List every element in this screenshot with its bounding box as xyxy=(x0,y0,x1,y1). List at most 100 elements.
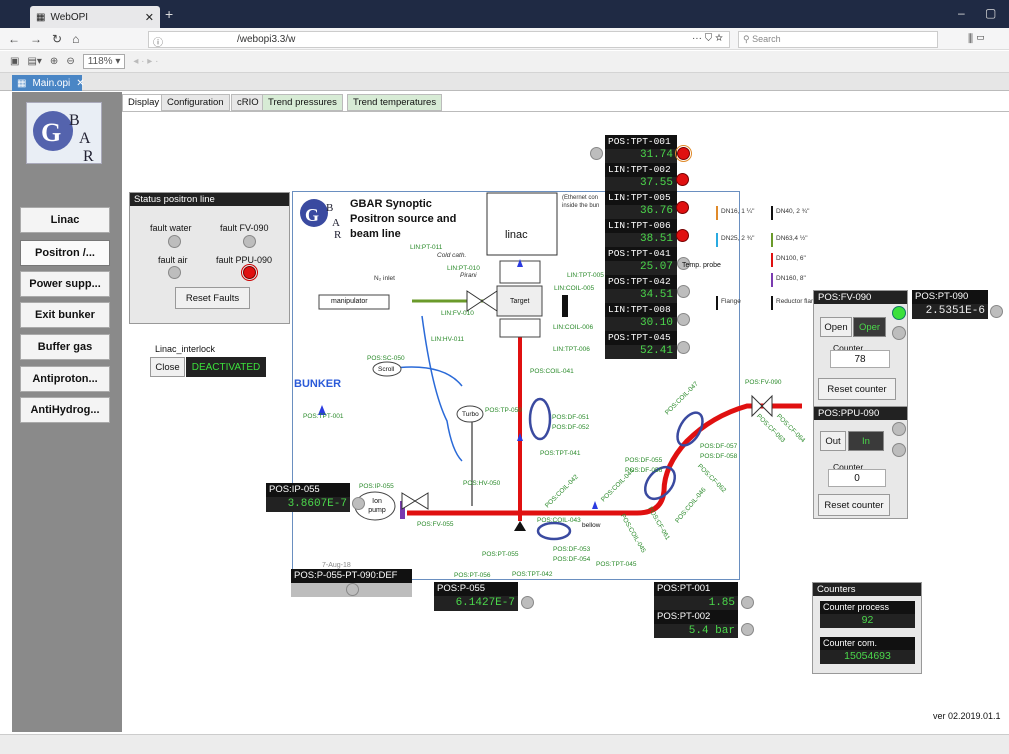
forward-icon[interactable]: → xyxy=(30,32,42,46)
svg-text:G: G xyxy=(41,118,61,147)
tab-crio[interactable]: cRIO xyxy=(231,94,265,111)
fv090-status-led xyxy=(892,306,906,320)
label-pos-tp-050: POS:TP-050 xyxy=(485,407,522,414)
reset-faults-button[interactable]: Reset Faults xyxy=(175,287,250,309)
label-pos-df-052: POS:DF-052 xyxy=(552,424,590,431)
label-pos-tpt-042: POS:TPT-042 xyxy=(512,571,553,578)
ppu090-title: POS:PPU-090 xyxy=(814,407,907,420)
label-pos-df-053: POS:DF-053 xyxy=(553,546,591,553)
minimize-icon[interactable]: – xyxy=(958,6,965,20)
editor-tab-label: Main.opi xyxy=(32,77,71,89)
search-placeholder: Search xyxy=(752,34,781,44)
sidebar-item-5[interactable]: Antiproton... xyxy=(20,366,110,392)
synoptic-logo: GBAR xyxy=(296,193,342,241)
sidebar-item-1[interactable]: Positron /... xyxy=(20,240,110,266)
tab-display[interactable]: Display xyxy=(122,94,166,111)
label-pos-tpt-045: POS:TPT-045 xyxy=(596,561,637,568)
pv-value: 31.74 xyxy=(605,149,677,163)
pv-led xyxy=(676,173,689,186)
bunker-label: BUNKER xyxy=(294,378,342,390)
library-icon[interactable]: ⫼ ▭ xyxy=(968,33,985,46)
reload-icon[interactable]: ↻ xyxy=(52,32,62,46)
tab-title: WebOPI xyxy=(50,11,89,23)
label-lin-pt-011: LIN:PT-011 xyxy=(410,244,443,251)
tab-trend-temperatures[interactable]: Trend temperatures xyxy=(347,94,443,111)
svg-text:R: R xyxy=(334,229,342,239)
fv090-reset-counter-button[interactable]: Reset counter xyxy=(818,378,896,400)
p055-name: POS:P-055 xyxy=(434,582,518,596)
tab-divider xyxy=(122,111,1009,112)
close-editor-icon[interactable]: ✕ xyxy=(76,78,84,89)
toolbar-icon[interactable]: ▣ xyxy=(10,56,19,67)
synoptic-title: GBAR Synoptic Positron source and beam lin… xyxy=(350,198,457,240)
label-pos-pt-055: POS:PT-055 xyxy=(482,551,519,558)
p055def-name: POS:P-055-PT-090:DEF xyxy=(291,569,412,583)
fv090-open-button[interactable]: Open xyxy=(820,317,852,337)
zoom-select[interactable]: 118% ▾ xyxy=(82,54,126,69)
scroll-label: Scroll xyxy=(378,366,395,373)
tab-trend-pressures[interactable]: Trend pressures xyxy=(262,94,343,111)
pv-name: LIN:TPT-002 xyxy=(605,163,677,177)
p055-value: 6.1427E-7 xyxy=(434,596,518,611)
sidebar-item-3[interactable]: Exit bunker xyxy=(20,302,110,328)
counter-com-label: Counter com. xyxy=(820,637,915,650)
pv-name: LIN:TPT-005 xyxy=(605,191,677,205)
label-pos-tpt-041: POS:TPT-041 xyxy=(540,450,581,457)
zoom-out-icon[interactable]: ⊖ xyxy=(66,56,74,67)
label-lin-fv-010: LIN:FV-010 xyxy=(441,310,474,317)
editor-tab[interactable]: ▦ Main.opi ✕ xyxy=(12,75,85,91)
info-icon[interactable]: ⓘ xyxy=(153,34,163,49)
pv-led xyxy=(677,285,690,298)
manipulator-label: manipulator xyxy=(331,298,368,305)
label-lin-pt-010: LIN:PT-010 xyxy=(447,265,480,272)
fault-ppu090-led xyxy=(241,264,258,281)
pv-value: 30.10 xyxy=(605,317,677,331)
ethernet-note: (Ethernet con inside the bun xyxy=(562,195,600,209)
label-pos-df-055: POS:DF-055 xyxy=(625,457,663,464)
counter-com-value: 15054693 xyxy=(820,650,915,664)
label-lin-tpt-005: LIN:TPT-005 xyxy=(567,272,604,279)
turbo-label: Turbo xyxy=(462,411,479,418)
browser-tab[interactable]: ▦ WebOPI ✕ xyxy=(30,6,160,28)
label-pos-sc-050: POS:SC-050 xyxy=(367,355,405,362)
fault-fv090-label: fault FV-090 xyxy=(220,223,269,233)
url-bar[interactable]: ⓘ /webopi3.3/w ··· ⛉ ☆ xyxy=(148,31,730,49)
interlock-close-button[interactable]: Close xyxy=(150,357,185,377)
sidebar-item-2[interactable]: Power supp... xyxy=(20,271,110,297)
ppu090-reset-counter-button[interactable]: Reset counter xyxy=(818,494,890,516)
ppu090-in-button[interactable]: In xyxy=(848,431,884,451)
svg-text:R: R xyxy=(83,148,94,165)
webopi-toolbar: ▣ ▤▾ ⊕ ⊖ 118% ▾ ◂ · ▸ · xyxy=(0,51,1009,73)
fault-fv090-led xyxy=(243,235,256,248)
label-pos-df-057: POS:DF-057 xyxy=(700,443,738,450)
back-icon[interactable]: ← xyxy=(8,32,20,46)
label-pos-df-054: POS:DF-054 xyxy=(553,556,591,563)
page-actions-icon[interactable]: ··· ⛉ ☆ xyxy=(692,33,723,44)
synoptic-diagram xyxy=(318,192,802,541)
maximize-icon[interactable]: ▢ xyxy=(985,6,996,20)
sidebar-item-6[interactable]: AntiHydrog... xyxy=(20,397,110,423)
ppu090-out-button[interactable]: Out xyxy=(820,431,846,451)
legend-swatch xyxy=(771,206,773,220)
close-tab-icon[interactable]: ✕ xyxy=(145,11,154,24)
sidebar-item-0[interactable]: Linac xyxy=(20,207,110,233)
counter-process-value: 92 xyxy=(820,614,915,628)
gbar-logo: G B A R xyxy=(26,102,102,165)
pv-led xyxy=(677,341,690,354)
fv090-oper-button[interactable]: Oper xyxy=(853,317,886,337)
zoom-in-icon[interactable]: ⊕ xyxy=(50,56,58,67)
pv-led xyxy=(676,229,689,242)
pt090-name: POS:PT-090 xyxy=(912,290,988,304)
editor-tab-strip xyxy=(0,73,1009,91)
home-icon[interactable]: ⌂ xyxy=(72,32,79,46)
pt090-value: 2.5351E-6 xyxy=(912,304,988,319)
new-tab-icon[interactable]: + xyxy=(165,6,173,22)
fault-ppu090-label: fault PPU-090 xyxy=(216,255,273,265)
sidebar-item-4[interactable]: Buffer gas xyxy=(20,334,110,360)
layout-icon[interactable]: ▤▾ xyxy=(27,56,41,67)
search-input[interactable]: ⚲ Search xyxy=(738,31,938,48)
pv-value: 38.51 xyxy=(605,233,677,247)
tab-configuration[interactable]: Configuration xyxy=(161,94,230,111)
status-positron-panel: Status positron line fault water fault F… xyxy=(129,192,290,324)
history-nav-icon[interactable]: ◂ · ▸ · xyxy=(133,56,158,67)
